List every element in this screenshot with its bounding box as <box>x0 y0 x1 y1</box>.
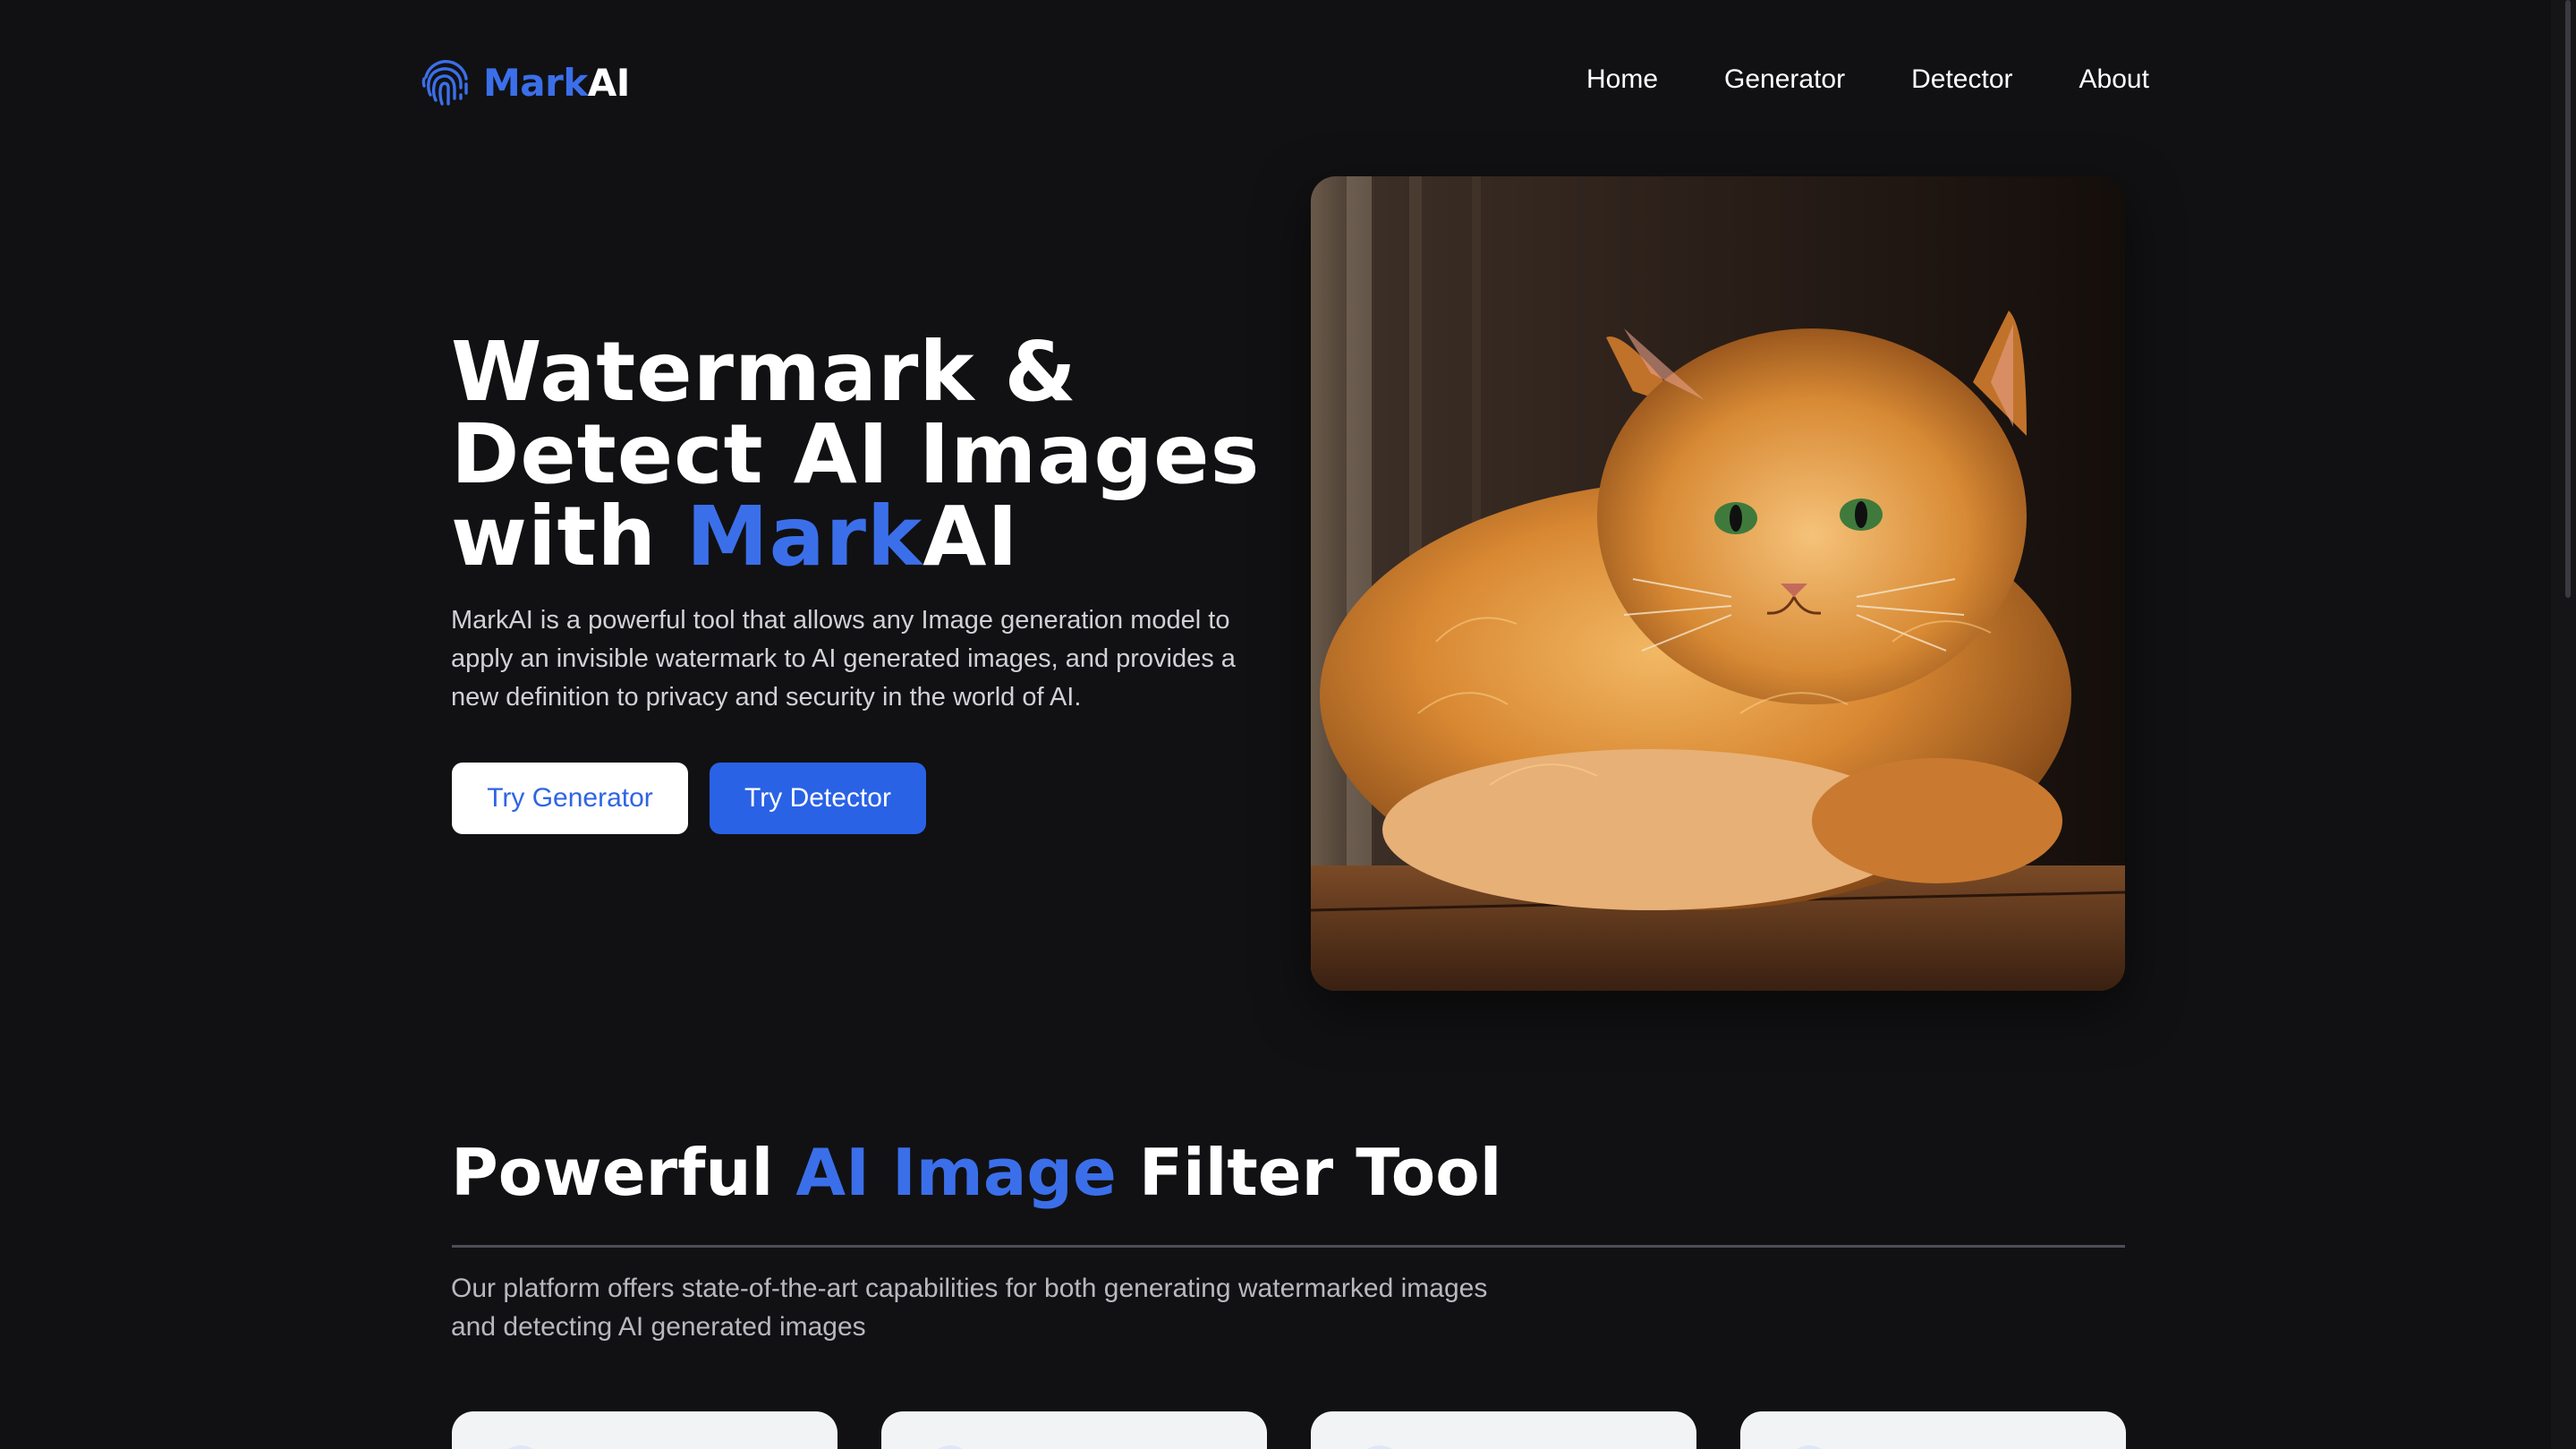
feature-card <box>1311 1411 1696 1449</box>
feature-icon <box>1787 1445 1832 1449</box>
scrollbar-thumb[interactable] <box>2565 0 2571 598</box>
brand-name: MarkAI <box>483 60 630 105</box>
nav-detector[interactable]: Detector <box>1911 64 2012 95</box>
feature-icon <box>928 1445 973 1449</box>
feature-icon <box>498 1445 543 1449</box>
feature-icon <box>1357 1445 1402 1449</box>
section-description: Our platform offers state-of-the-art cap… <box>451 1274 1488 1342</box>
try-generator-button[interactable]: Try Generator <box>452 763 688 834</box>
feature-card <box>1740 1411 2126 1449</box>
nav-generator[interactable]: Generator <box>1724 64 1845 95</box>
hero-cat-image <box>1311 176 2125 991</box>
main-nav: Home Generator Detector About <box>1586 64 2149 95</box>
section-title: Powerful AI Image Filter Tool <box>451 1135 1502 1210</box>
feature-card <box>452 1411 837 1449</box>
feature-card <box>881 1411 1267 1449</box>
cat-illustration <box>1311 176 2125 991</box>
scrollbar[interactable] <box>2551 0 2576 1449</box>
fingerprint-icon <box>421 60 468 106</box>
nav-about[interactable]: About <box>2079 64 2149 95</box>
try-detector-button[interactable]: Try Detector <box>710 763 926 834</box>
section-divider <box>452 1245 2125 1248</box>
page: MarkAI Home Generator Detector About Wat… <box>0 0 2576 1449</box>
hero-title: Watermark & Detect AI Images with MarkAI <box>451 324 1261 584</box>
hero-description: MarkAI is a powerful tool that allows an… <box>451 606 1236 712</box>
nav-home[interactable]: Home <box>1586 64 1658 95</box>
brand-logo[interactable]: MarkAI <box>419 55 630 109</box>
